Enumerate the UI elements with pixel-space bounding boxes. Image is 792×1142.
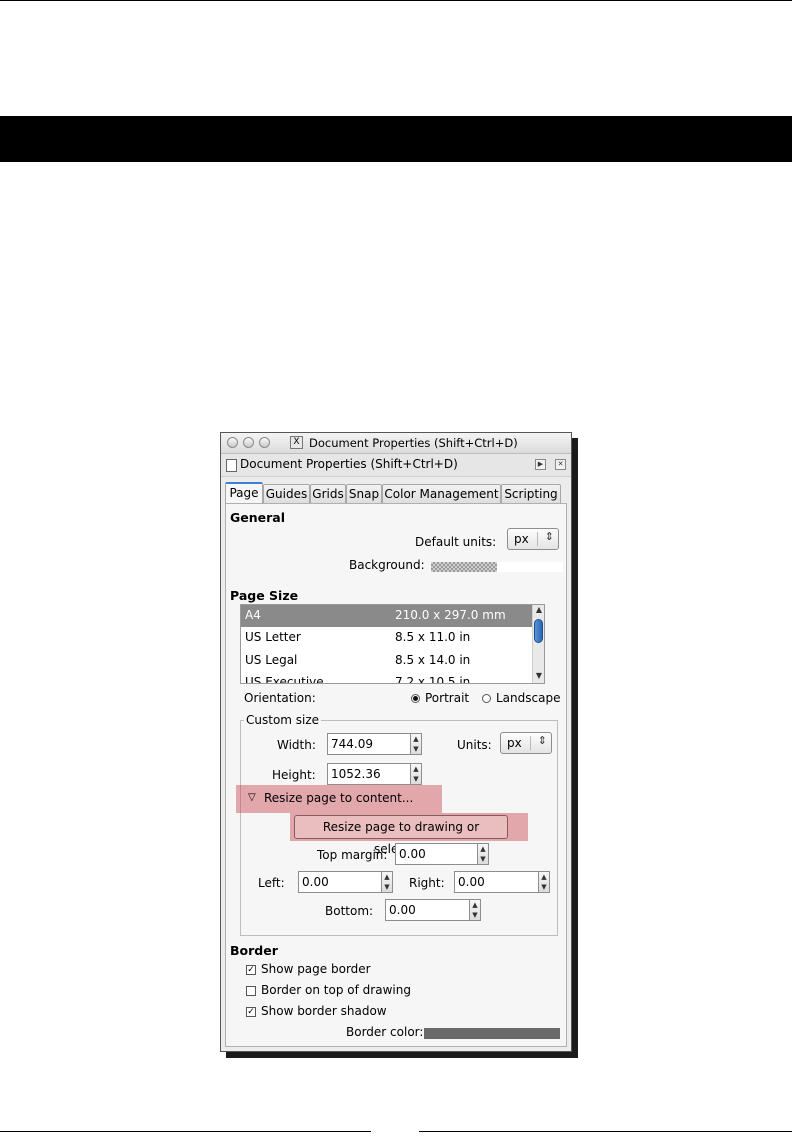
- page-size-heading: Page Size: [230, 588, 299, 603]
- spin-up-icon: ▲: [413, 765, 419, 773]
- page-size-scrollbar[interactable]: ▲ ▼: [532, 605, 544, 683]
- landscape-radio[interactable]: [482, 694, 491, 703]
- spin-up-icon: ▲: [480, 845, 486, 853]
- maximize-window-button[interactable]: [259, 437, 270, 448]
- right-margin-label: Right:: [409, 876, 445, 890]
- border-on-top-checkbox[interactable]: [246, 986, 256, 996]
- document-properties-window: X Document Properties (Shift+Ctrl+D) Doc…: [220, 432, 572, 1052]
- show-page-border-label: Show page border: [261, 962, 371, 976]
- landscape-label: Landscape: [496, 691, 561, 705]
- window-title: Document Properties (Shift+Ctrl+D): [309, 436, 518, 450]
- left-margin-spinbox[interactable]: 0.00 ▲ ▼: [298, 871, 393, 893]
- dock-menu-icon[interactable]: ▶: [535, 459, 546, 470]
- header-black-bar: [0, 116, 792, 162]
- left-margin-label: Left:: [258, 876, 285, 890]
- dock-header: Document Properties (Shift+Ctrl+D) ▶ ✕: [221, 454, 571, 477]
- tab-snap[interactable]: Snap: [346, 484, 382, 503]
- document-properties-icon: [226, 459, 237, 472]
- tab-page[interactable]: Page: [225, 482, 263, 504]
- default-units-label: Default units:: [415, 535, 497, 549]
- page-tab-panel: General Default units: px ⇕ Background: …: [225, 503, 567, 1047]
- list-item[interactable]: US Legal 8.5 x 14.0 in: [241, 650, 532, 672]
- tab-color-management[interactable]: Color Management: [382, 484, 501, 503]
- portrait-label: Portrait: [425, 691, 470, 705]
- scroll-up-icon[interactable]: ▲: [533, 605, 544, 614]
- x11-app-icon: X: [290, 436, 303, 449]
- right-margin-spinbox[interactable]: 0.00 ▲ ▼: [454, 871, 550, 893]
- units-combo[interactable]: px ⇕: [500, 732, 552, 754]
- spin-down-icon: ▼: [413, 775, 419, 783]
- page-size-list[interactable]: A4 210.0 x 297.0 mm US Letter 8.5 x 11.0…: [240, 604, 545, 684]
- spin-down-icon: ▼: [413, 745, 419, 753]
- list-item[interactable]: A4 210.0 x 297.0 mm: [241, 605, 532, 627]
- scroll-down-icon[interactable]: ▼: [533, 671, 544, 680]
- height-label: Height:: [272, 768, 316, 782]
- tab-guides[interactable]: Guides: [263, 484, 310, 503]
- spin-down-icon: ▼: [384, 883, 390, 891]
- default-units-combo[interactable]: px ⇕: [507, 528, 559, 550]
- minimize-window-button[interactable]: [243, 437, 254, 448]
- page-top-rule: [0, 0, 792, 1]
- top-margin-spinbox[interactable]: 0.00 ▲ ▼: [395, 843, 489, 865]
- tab-grids[interactable]: Grids: [310, 484, 346, 503]
- footer-rule-right: [419, 1131, 792, 1132]
- footer-rule-left: [0, 1131, 371, 1132]
- dock-close-icon[interactable]: ✕: [555, 459, 566, 470]
- orientation-label: Orientation:: [244, 691, 316, 705]
- show-border-shadow-checkbox[interactable]: ✓: [246, 1007, 256, 1017]
- spin-down-icon: ▼: [541, 883, 547, 891]
- default-units-value: px: [514, 532, 529, 546]
- units-label: Units:: [457, 738, 492, 752]
- border-on-top-label: Border on top of drawing: [261, 983, 411, 997]
- show-page-border-checkbox[interactable]: ✓: [246, 965, 256, 975]
- spin-up-icon: ▲: [384, 873, 390, 881]
- updown-icon: ⇕: [544, 530, 554, 543]
- custom-size-label: Custom size: [244, 713, 322, 727]
- bottom-margin-spinbox[interactable]: 0.00 ▲ ▼: [385, 899, 481, 921]
- general-heading: General: [230, 510, 285, 525]
- spin-up-icon: ▲: [413, 735, 419, 743]
- background-label: Background:: [349, 558, 425, 572]
- updown-icon: ⇕: [537, 734, 547, 747]
- spin-up-icon: ▲: [472, 901, 478, 909]
- top-margin-label: Top margin:: [317, 848, 388, 862]
- resize-to-drawing-button[interactable]: Resize page to drawing or selection: [294, 815, 508, 856]
- spin-down-icon: ▼: [472, 911, 478, 919]
- background-color-swatch[interactable]: [431, 562, 497, 572]
- background-color-swatch-white[interactable]: [497, 562, 563, 572]
- list-item[interactable]: US Letter 8.5 x 11.0 in: [241, 627, 532, 649]
- window-titlebar: X Document Properties (Shift+Ctrl+D): [221, 433, 571, 454]
- resize-page-expander[interactable]: Resize page to content...: [264, 791, 413, 805]
- bottom-margin-label: Bottom:: [325, 904, 374, 918]
- spin-up-icon: ▲: [541, 873, 547, 881]
- dock-title: Document Properties (Shift+Ctrl+D): [240, 457, 458, 471]
- width-label: Width:: [277, 738, 316, 752]
- border-color-label: Border color:: [346, 1025, 424, 1039]
- scrollbar-thumb[interactable]: [534, 619, 543, 643]
- tab-scripting[interactable]: Scripting: [501, 484, 561, 503]
- show-border-shadow-label: Show border shadow: [261, 1004, 387, 1018]
- portrait-radio[interactable]: [411, 694, 420, 703]
- list-item[interactable]: US Executive 7.2 x 10.5 in: [241, 672, 532, 683]
- expander-triangle-icon[interactable]: ▽: [248, 792, 256, 803]
- height-spinbox[interactable]: 1052.36 ▲ ▼: [327, 763, 422, 785]
- border-color-swatch[interactable]: [424, 1028, 560, 1039]
- spin-down-icon: ▼: [480, 855, 486, 863]
- width-spinbox[interactable]: 744.09 ▲ ▼: [327, 733, 422, 755]
- close-window-button[interactable]: [227, 437, 238, 448]
- border-heading: Border: [230, 943, 278, 958]
